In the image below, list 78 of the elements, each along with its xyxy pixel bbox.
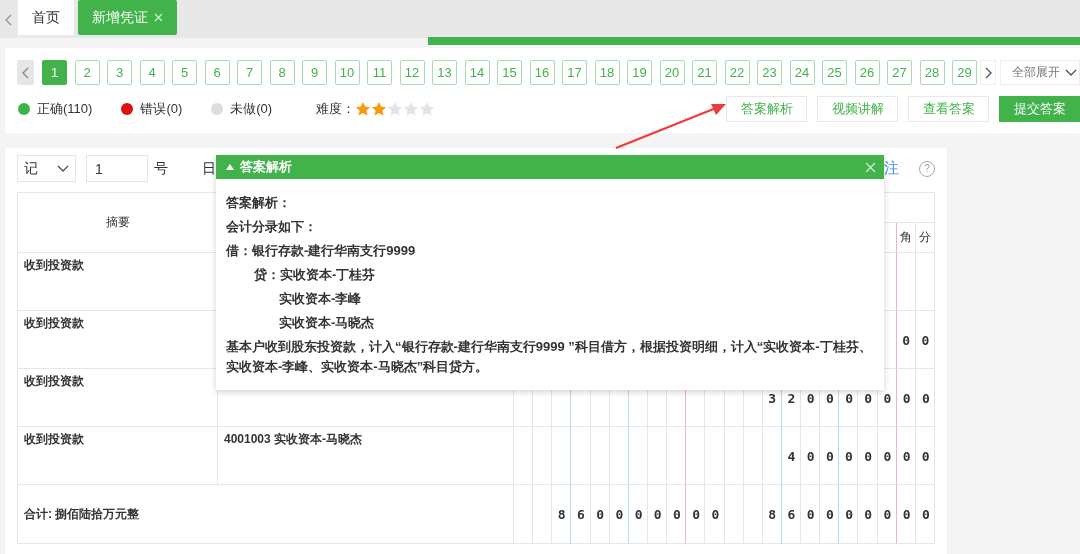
page-button[interactable]: 21	[692, 60, 717, 85]
page-button[interactable]: 11	[367, 60, 392, 85]
explanation-text: 基本户收到股东投资款，计入“银行存款-建行华南支行9999 ”科目借方，根据投资明细，计入“实收资本-丁桂芬、实收资本-李峰、实收资本-马晓杰”科目贷方。	[226, 339, 872, 374]
explanation-text: 借：银行存款-建行华南支行9999	[226, 243, 416, 258]
legend-label: 正确(110)	[37, 100, 93, 118]
page-button[interactable]: 29	[952, 60, 977, 85]
header-cell: 分	[915, 223, 935, 253]
table-cell: 4001003 实收资本-马晓杰	[218, 427, 514, 485]
page-button[interactable]: 18	[594, 60, 620, 85]
date-label: 日	[202, 159, 216, 178]
legend-label: 未做(0)	[230, 100, 273, 118]
page-button[interactable]: 27	[887, 60, 912, 85]
amount: 3 2 0 0 0 0 0 0 0	[767, 390, 932, 406]
page-button[interactable]: 19	[627, 60, 652, 85]
amount: 0 0	[901, 332, 932, 348]
chevron-left-icon	[21, 66, 30, 79]
remark-link[interactable]: 注	[884, 159, 899, 178]
table-cell: 收到投资款	[18, 427, 218, 485]
table-cell: 合计: 捌佰陆拾万元整	[18, 485, 514, 544]
star-icon	[419, 101, 436, 117]
number-suffix-label: 号	[154, 159, 168, 178]
page-button[interactable]: 12	[399, 60, 425, 85]
voucher-number-field[interactable]: 1	[86, 155, 148, 182]
caret-up-icon[interactable]	[226, 164, 234, 170]
star-icon	[403, 101, 420, 117]
page-button[interactable]: 7	[237, 60, 262, 85]
action-button[interactable]: 视频讲解	[817, 96, 898, 122]
page-button[interactable]: 4	[139, 60, 165, 85]
page-button[interactable]: 20	[659, 60, 685, 85]
page-button[interactable]: 23	[757, 60, 782, 85]
page-button[interactable]: 17	[562, 60, 587, 85]
page-button[interactable]: 26	[854, 60, 880, 85]
star-icon	[387, 101, 404, 117]
page-button[interactable]: 9	[302, 60, 327, 85]
prev-page-button[interactable]	[17, 60, 34, 85]
explanation-text: 答案解析：	[226, 195, 291, 210]
tab[interactable]: 首页	[18, 0, 74, 35]
tab-scroll-left-icon	[4, 14, 13, 26]
explanation-text: 实收资本-李峰	[279, 291, 362, 306]
chevron-down-icon	[1065, 68, 1077, 77]
page-button[interactable]: 6	[204, 60, 230, 85]
page-button[interactable]: 24	[789, 60, 815, 85]
page-button[interactable]: 10	[334, 60, 360, 85]
action-button[interactable]: 提交答案	[999, 96, 1080, 122]
close-icon[interactable]	[865, 161, 876, 173]
header-cell: 角	[896, 223, 916, 253]
action-button[interactable]: 查看答案	[908, 96, 989, 122]
page-button[interactable]: 8	[269, 60, 295, 85]
voucher-type-select[interactable]: 记	[17, 155, 76, 182]
action-button[interactable]: 答案解析	[726, 96, 807, 122]
next-page-button[interactable]	[980, 60, 996, 85]
page-button[interactable]: 2	[74, 60, 100, 85]
page-button[interactable]: 1	[42, 60, 67, 85]
explanation-text: 会计分录如下：	[226, 219, 317, 234]
amount: 8 6 0 0 0 0 0 0 0	[767, 507, 932, 522]
star-icon	[371, 101, 388, 117]
tab[interactable]: 新增凭证	[78, 0, 177, 35]
page-button[interactable]: 13	[432, 60, 457, 85]
close-icon[interactable]	[154, 13, 163, 22]
difficulty-label: 难度：	[316, 100, 356, 118]
page-button[interactable]: 25	[822, 60, 847, 85]
amount: 4 0 0 0 0 0 0 0	[786, 448, 932, 464]
chevron-down-icon	[57, 164, 69, 173]
star-icon	[355, 101, 372, 117]
page-button[interactable]: 5	[172, 60, 197, 85]
page-button[interactable]: 14	[464, 60, 490, 85]
page-button[interactable]: 16	[529, 60, 555, 85]
expand-dropdown[interactable]: 全部展开	[1000, 60, 1080, 85]
amount: 8 6 0 0 0 0 0 0 0	[556, 507, 721, 522]
explanation-text: 实收资本-马晓杰	[279, 315, 375, 330]
popup-title: 答案解析	[240, 158, 292, 176]
legend-label: 错误(0)	[140, 100, 183, 118]
page-button[interactable]: 3	[107, 60, 132, 85]
page-button[interactable]: 22	[724, 60, 750, 85]
page-button[interactable]: 15	[497, 60, 522, 85]
page-button[interactable]: 28	[919, 60, 945, 85]
chevron-right-icon	[983, 66, 993, 79]
explanation-text: 贷：实收资本-丁桂芬	[254, 267, 376, 282]
